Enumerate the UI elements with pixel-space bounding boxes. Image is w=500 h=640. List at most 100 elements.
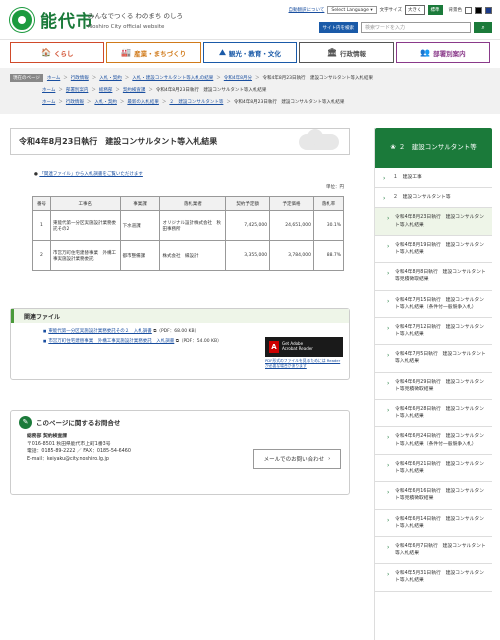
breadcrumb-link[interactable]: ２ 建設コンサルタント等 <box>169 99 223 105</box>
breadcrumb-link[interactable]: ホーム <box>42 87 55 93</box>
nav-item-2[interactable]: ⛰ 観光・教育・文化 <box>202 42 298 63</box>
table-cell: 3,784,000 <box>269 240 315 271</box>
related-files-box: 関連ファイル 東能代第一分区実施設計業務委託その２ 入札調書 ⧉（PDF：68.… <box>10 308 350 380</box>
table-header-cell: 番号 <box>32 196 51 211</box>
adobe-reader-text: Acrobat Reader <box>282 346 313 351</box>
sidebar-item[interactable]: 令和4年8月8日執行 建設コンサルタント等見積徴取結果 <box>375 263 492 291</box>
breadcrumb-link[interactable]: 入札・契約 <box>99 75 122 81</box>
contact-department: 総務部 契約検査課 <box>27 434 68 439</box>
table-cell: 30.1% <box>313 210 344 241</box>
sidebar-item[interactable]: 令和4年6月28日執行 建設コンサルタント等入札結果 <box>375 400 492 428</box>
sidebar-item[interactable]: 令和4年7月15日執行 建設コンサルタント等入札結果（条件付一般競争入札） <box>375 290 492 318</box>
cloud-decoration <box>299 129 339 150</box>
nav-item-3[interactable]: 🏛 行政情報 <box>299 42 394 63</box>
file-link[interactable]: 市営万町住宅建替事業 外構工事実施設計業務委託 入札調書 <box>48 339 174 344</box>
list-item: 市営万町住宅建替事業 外構工事実施設計業務委託 入札調書 ⧉（PDF：54.00… <box>43 339 243 345</box>
breadcrumb-separator: ＞ <box>226 100 231 105</box>
breadcrumb-separator: ＞ <box>58 88 63 93</box>
nav-icon: 🏠 <box>40 48 51 57</box>
adobe-reader-banner[interactable]: A Get Adobe Acrobat Reader PDF形式のファイルを見るた… <box>265 337 343 369</box>
nav-item-1[interactable]: 🏭 産業・まちづくり <box>106 42 201 63</box>
sidebar-item[interactable]: 令和4年7月12日執行 建設コンサルタント等入札結果 <box>375 317 492 346</box>
breadcrumb-link[interactable]: ホーム <box>47 75 60 81</box>
auto-translate-link[interactable]: 自動翻訳について <box>289 7 325 13</box>
table-cell: 都市整備課 <box>119 240 161 271</box>
sidebar-item[interactable]: 令和4年8月23日執行 建設コンサルタント等入札結果 <box>375 208 492 236</box>
sidebar-item[interactable]: 令和4年7月5日執行 建設コンサルタント等入札結果 <box>375 345 492 373</box>
adobe-logo-icon: A <box>269 341 279 353</box>
sidebar-item[interactable]: 令和4年6月7日執行 建設コンサルタント等入札結果 <box>375 536 492 565</box>
site-header: 能代市 みんなでつくる わのまち のしろ Noshiro City offici… <box>0 0 500 40</box>
breadcrumb-separator: ＞ <box>124 76 130 81</box>
sidebar-item[interactable]: 令和4年5月31日執行 建設コンサルタント等入札結果 <box>375 564 492 592</box>
breadcrumb-link[interactable]: 入札・契約 <box>94 99 117 105</box>
table-header-cell: 工事名 <box>49 196 121 211</box>
table-row: 2 市営万町住宅建替事業 外構工事実施設計業務委託 都市整備課 株式会社 縁設計 3,3… <box>32 240 344 271</box>
sidebar-item[interactable]: ２ 建設コンサルタント等 <box>375 188 492 209</box>
site-logo[interactable]: 能代市 <box>10 7 94 32</box>
table-header-cell: 予定価格 <box>269 196 315 211</box>
table-cell: 下水道課 <box>119 210 161 241</box>
breadcrumb-link[interactable]: 契約検査課 <box>123 87 146 93</box>
unit-label: 単位：円 <box>326 185 344 190</box>
nav-icon: 🏭 <box>121 48 132 57</box>
breadcrumb: 現在のページ ホーム＞行政情報＞入札・契約＞入札・建設コンサルタント等入札の結果＞… <box>0 68 500 114</box>
mail-inquiry-button[interactable]: メールでのお問い合わせ › <box>253 449 341 469</box>
breadcrumb-link[interactable]: 最新の入札結果 <box>127 99 159 105</box>
search-bar: サイト内を検索 検索ワードを入力 ⌕ <box>318 22 492 33</box>
utility-bar: 自動翻訳について Select Language ▾ 文字サイズ 大きく 標準 … <box>289 5 492 15</box>
nav-item-4[interactable]: 👥 部署別案内 <box>395 42 491 63</box>
table-cell: 市営万町住宅建替事業 外構工事実施設計業務委託 <box>49 240 121 271</box>
breadcrumb-link[interactable]: ホーム <box>42 99 55 105</box>
bg-black-button[interactable] <box>475 6 482 14</box>
text-standard-button[interactable]: 標準 <box>427 5 443 15</box>
related-files-link[interactable]: 「関連ファイル」から入札調書をご覧いただけます <box>39 172 143 177</box>
file-link[interactable]: 東能代第一分区実施設計業務委託その２ 入札調書 <box>48 329 152 334</box>
breadcrumb-link[interactable]: 令和4年8月分 <box>224 75 252 81</box>
nav-icon: 🏛 <box>326 48 337 57</box>
text-enlarge-button[interactable]: 大きく <box>405 5 425 15</box>
table-cell: 2 <box>32 240 51 271</box>
breadcrumb-row: 現在のページ ホーム＞行政情報＞入札・契約＞入札・建設コンサルタント等入札の結果＞… <box>10 72 490 84</box>
search-input[interactable]: 検索ワードを入力 <box>361 22 471 33</box>
sidebar-item[interactable]: 令和4年6月29日執行 建設コンサルタント等見積徴取結果 <box>375 372 492 400</box>
sidebar-item[interactable]: １ 建設工事 <box>375 168 492 189</box>
breadcrumb-separator: ＞ <box>216 76 221 81</box>
bg-white-button[interactable] <box>465 6 472 14</box>
sidebar-item[interactable]: 令和4年6月16日執行 建設コンサルタント等見積徴取結果 <box>375 482 492 510</box>
site-name: 能代市 <box>40 12 94 32</box>
breadcrumb-separator: ＞ <box>115 88 120 93</box>
list-item: 東能代第一分区実施設計業務委託その２ 入札調書 ⧉（PDF：68.00 KB） <box>43 329 243 335</box>
adobe-note[interactable]: PDF形式のファイルを見るためには Reader が必要な場合があります <box>265 358 343 369</box>
chevron-right-icon: › <box>328 456 331 462</box>
related-files-title: 関連ファイル <box>11 309 349 323</box>
nav-icon: 👥 <box>420 48 431 57</box>
breadcrumb-link[interactable]: 入札・建設コンサルタント等入札の結果 <box>132 75 213 81</box>
breadcrumb-row: ホーム＞行政情報＞入札・契約＞最新の入札結果＞ ２ 建設コンサルタント等＞令和4年… <box>10 96 490 108</box>
sidebar-item[interactable]: 令和4年8月19日執行 建設コンサルタント等入札結果 <box>375 235 492 264</box>
table-header-cell: 落札率 <box>313 196 344 211</box>
sidebar-item[interactable]: 令和4年6月14日執行 建設コンサルタント等入札結果 <box>375 509 492 537</box>
breadcrumb-link[interactable]: 部署別案内 <box>66 87 89 93</box>
page-title-box: 令和4年8月23日執行 建設コンサルタント等入札結果 <box>10 128 350 155</box>
breadcrumb-link[interactable]: 行政情報 <box>66 99 84 105</box>
adobe-reader-link[interactable]: A Get Adobe Acrobat Reader <box>265 337 343 357</box>
contact-box: ✎ このページに関するお問合せ 総務部 契約検査課 〒016-8501 秋田県能… <box>10 410 350 495</box>
bg-blue-button[interactable] <box>485 6 492 14</box>
breadcrumb-link[interactable]: 行政情報 <box>71 75 89 81</box>
results-table: 番号 工事名 事業課 落札業者 契約予定額 予定価格 落札率 1 東能代第一分区実施設計業務委… <box>32 196 344 271</box>
breadcrumb-link[interactable]: 総務部 <box>99 87 113 93</box>
table-row: 1 東能代第一分区実施設計業務委託その2 下水道課 オリジナル設計株式会社 秋田事務所… <box>32 210 344 241</box>
sidebar-item[interactable]: 令和4年6月24日執行 建設コンサルタント等入札結果（条件付一般競争入札） <box>375 427 492 455</box>
sidebar-title-text: ２ 建設コンサルタント等 <box>398 143 477 152</box>
sidebar-item[interactable]: 令和4年6月21日執行 建設コンサルタント等入札結果 <box>375 454 492 483</box>
sidebar-list: １ 建設工事２ 建設コンサルタント等令和4年8月23日執行 建設コンサルタント等… <box>375 168 492 592</box>
nav-item-0[interactable]: 🏠 くらし <box>10 42 105 63</box>
table-header-cell: 事業課 <box>119 196 161 211</box>
language-select[interactable]: Select Language ▾ <box>327 6 377 14</box>
speech-bubble-icon: ✎ <box>19 415 32 429</box>
breadcrumb-row: ホーム＞部署別案内＞総務部＞契約検査課＞令和4年8月23日執行 建設コンサルタン… <box>10 84 490 96</box>
search-icon[interactable]: ⌕ <box>474 22 492 33</box>
related-files-list: 東能代第一分区実施設計業務委託その２ 入札調書 ⧉（PDF：68.00 KB） 市… <box>43 329 243 346</box>
nav-label: 部署別案内 <box>433 49 466 58</box>
